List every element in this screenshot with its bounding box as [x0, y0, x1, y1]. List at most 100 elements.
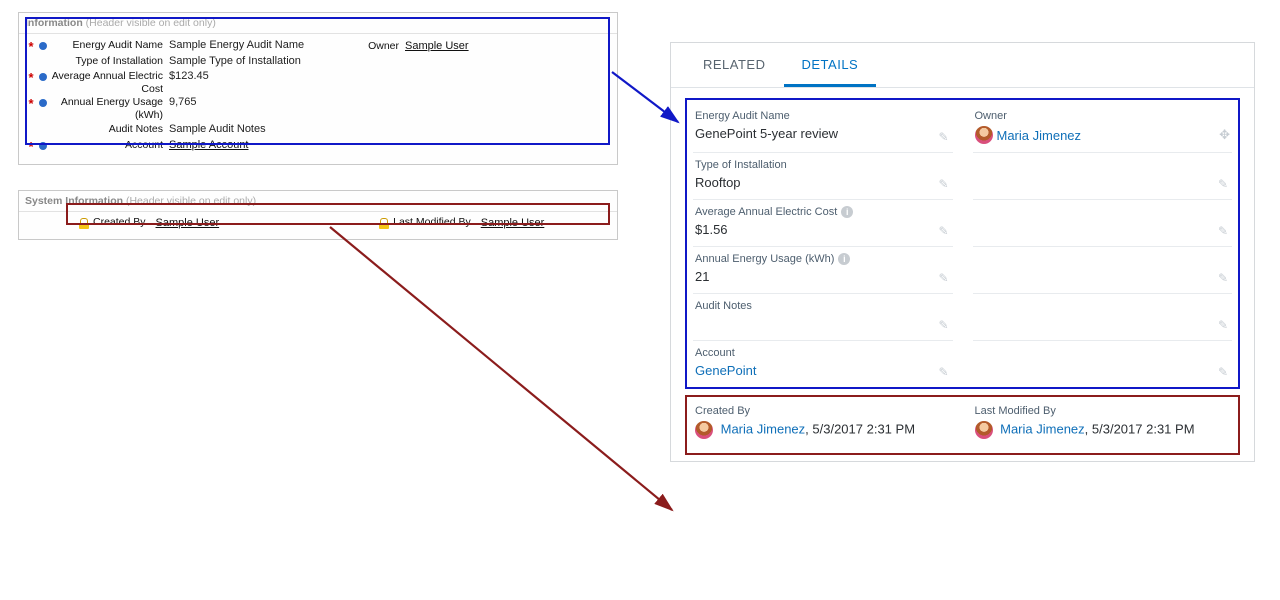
- field-dot-icon: [39, 73, 47, 81]
- account-link[interactable]: GenePoint: [695, 363, 756, 378]
- detail-label: Average Annual Electric Cost i: [695, 206, 951, 218]
- system-section-title: System Information (Header visible on ed…: [19, 191, 617, 212]
- modified-by-ts: 5/3/2017 2:31 PM: [1092, 421, 1195, 436]
- change-owner-icon[interactable]: ✥: [1219, 127, 1230, 143]
- help-info-icon[interactable]: i: [838, 253, 850, 265]
- row-type-of-installation[interactable]: Type of Installation Sample Type of Inst…: [25, 54, 611, 70]
- field-value: Sample Audit Notes: [169, 123, 266, 135]
- detail-label-text: Annual Energy Usage (kWh): [695, 253, 834, 265]
- edit-pencil-icon[interactable]: ✎: [1218, 177, 1228, 191]
- edit-pencil-icon[interactable]: ✎: [1218, 318, 1228, 332]
- field-label: Annual Energy Usage (kWh): [51, 96, 169, 122]
- edit-pencil-icon[interactable]: ✎: [938, 271, 948, 285]
- separator: ,: [1085, 421, 1092, 436]
- created-by-cell[interactable]: Created By Sample User: [79, 216, 219, 229]
- detail-label-text: Average Annual Electric Cost: [695, 206, 837, 218]
- detail-value: $1.56: [695, 222, 951, 238]
- detail-usage[interactable]: Annual Energy Usage (kWh) i 21 ✎: [693, 247, 953, 294]
- field-label: Account: [51, 139, 169, 152]
- lock-icon: [79, 218, 89, 229]
- detail-type-install[interactable]: Type of Installation Rooftop ✎: [693, 153, 953, 200]
- row-avg-cost[interactable]: * Average Annual Electric Cost $123.45: [25, 70, 611, 96]
- canvas: Information (Header visible on edit only…: [0, 0, 1280, 600]
- edit-pencil-icon[interactable]: ✎: [938, 130, 948, 144]
- lock-icon: [379, 218, 389, 229]
- detail-empty-right-2: ✎: [973, 200, 1233, 247]
- detail-empty-right-4: ✎: [973, 294, 1233, 341]
- system-title: System Information: [25, 195, 123, 207]
- field-dot-icon: [39, 99, 47, 107]
- avatar-icon: [975, 421, 993, 439]
- required-marker: *: [25, 70, 37, 85]
- created-by-link[interactable]: Sample User: [156, 217, 220, 229]
- edit-pencil-icon[interactable]: ✎: [1218, 365, 1228, 379]
- required-marker: [25, 123, 37, 138]
- created-by-user-link[interactable]: Maria Jimenez: [721, 421, 806, 436]
- row-usage[interactable]: * Annual Energy Usage (kWh) 9,765: [25, 96, 611, 122]
- edit-pencil-icon[interactable]: ✎: [1218, 271, 1228, 285]
- lightning-detail-card: RELATED DETAILS Energy Audit Name GenePo…: [670, 42, 1255, 462]
- detail-value: GenePoint 5-year review: [695, 126, 951, 142]
- field-value: $123.45: [169, 70, 209, 82]
- field-value: Sample Energy Audit Name: [169, 39, 304, 51]
- field-label: Audit Notes: [51, 123, 169, 136]
- edit-pencil-icon[interactable]: ✎: [938, 177, 948, 191]
- detail-empty-right-5: ✎: [973, 341, 1233, 387]
- information-title: Information: [25, 17, 83, 29]
- help-info-icon[interactable]: i: [841, 206, 853, 218]
- required-marker: [25, 55, 37, 70]
- detail-audit-notes[interactable]: Audit Notes ✎: [693, 294, 953, 341]
- arrow-red: [330, 227, 672, 510]
- field-dot-icon: [39, 42, 47, 50]
- detail-label: Audit Notes: [695, 300, 951, 312]
- owner-user-link[interactable]: Maria Jimenez: [997, 128, 1082, 143]
- detail-energy-audit-name[interactable]: Energy Audit Name GenePoint 5-year revie…: [693, 104, 953, 153]
- classic-system-panel: System Information (Header visible on ed…: [18, 190, 618, 240]
- detail-label: Type of Installation: [695, 159, 951, 171]
- modified-by-link[interactable]: Sample User: [481, 217, 545, 229]
- created-by-label: Created By: [93, 216, 156, 229]
- avatar-icon: [975, 126, 993, 144]
- required-marker: *: [25, 39, 37, 54]
- detail-body: Energy Audit Name GenePoint 5-year revie…: [671, 88, 1254, 461]
- edit-pencil-icon[interactable]: ✎: [938, 224, 948, 238]
- field-label: Energy Audit Name: [51, 39, 169, 52]
- row-account[interactable]: * Account Sample Account: [25, 138, 611, 154]
- modified-by-cell[interactable]: Last Modified By Sample User: [379, 216, 544, 229]
- detail-label: Energy Audit Name: [695, 110, 951, 122]
- tab-related[interactable]: RELATED: [685, 43, 784, 87]
- detail-label: Last Modified By: [975, 405, 1231, 417]
- information-subtitle: (Header visible on edit only): [86, 17, 216, 29]
- detail-label: Owner: [975, 110, 1231, 122]
- account-link[interactable]: Sample Account: [169, 139, 249, 151]
- detail-account[interactable]: Account GenePoint ✎: [693, 341, 953, 387]
- arrow-blue: [612, 72, 678, 122]
- detail-empty-right-1: ✎: [973, 153, 1233, 200]
- classic-information-panel: Information (Header visible on edit only…: [18, 12, 618, 165]
- modified-by-user-link[interactable]: Maria Jimenez: [1000, 421, 1085, 436]
- edit-pencil-icon[interactable]: ✎: [1218, 224, 1228, 238]
- edit-pencil-icon[interactable]: ✎: [938, 318, 948, 332]
- avatar-icon: [695, 421, 713, 439]
- detail-grid: Energy Audit Name GenePoint 5-year revie…: [685, 98, 1240, 389]
- detail-label: Account: [695, 347, 951, 359]
- owner-link[interactable]: Sample User: [405, 40, 469, 52]
- field-dot-icon: [39, 58, 47, 66]
- field-value: Sample Type of Installation: [169, 55, 301, 67]
- field-dot-icon: [39, 126, 47, 134]
- system-grid: Created By Maria Jimenez, 5/3/2017 2:31 …: [685, 395, 1240, 455]
- tab-details[interactable]: DETAILS: [784, 43, 877, 87]
- edit-pencil-icon[interactable]: ✎: [938, 365, 948, 379]
- row-energy-audit-name[interactable]: * Energy Audit Name Sample Energy Audit …: [25, 38, 611, 54]
- detail-owner[interactable]: Owner Maria Jimenez ✥: [973, 104, 1233, 153]
- information-section-title: Information (Header visible on edit only…: [19, 13, 617, 34]
- detail-value: [695, 316, 951, 332]
- detail-value: Rooftop: [695, 175, 951, 191]
- sys-created-by[interactable]: Created By Maria Jimenez, 5/3/2017 2:31 …: [693, 399, 953, 447]
- sys-modified-by[interactable]: Last Modified By Maria Jimenez, 5/3/2017…: [973, 399, 1233, 447]
- detail-avg-cost[interactable]: Average Annual Electric Cost i $1.56 ✎: [693, 200, 953, 247]
- row-audit-notes[interactable]: Audit Notes Sample Audit Notes: [25, 122, 611, 138]
- required-marker: *: [25, 139, 37, 154]
- information-body: * Energy Audit Name Sample Energy Audit …: [19, 34, 617, 164]
- field-label: Type of Installation: [51, 55, 169, 68]
